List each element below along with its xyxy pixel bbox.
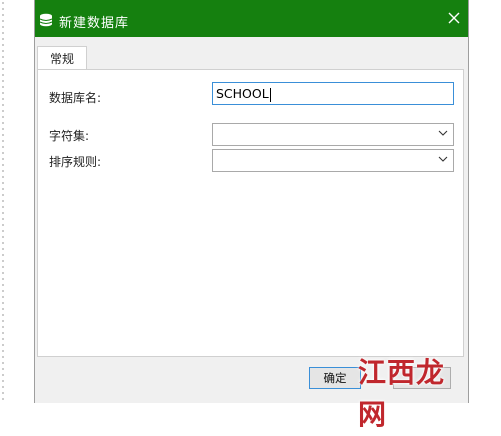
chevron-down-icon — [438, 156, 448, 162]
database-icon — [39, 13, 53, 27]
tab-general[interactable]: 常规 — [37, 46, 87, 70]
site-watermark: 江西龙网 — [358, 356, 446, 431]
ok-button[interactable]: 确定 — [309, 367, 361, 389]
charset-select[interactable] — [212, 123, 454, 146]
collation-label: 排序规则: — [49, 155, 102, 169]
chevron-down-icon — [438, 130, 448, 136]
title-bar[interactable]: 新建数据库 — [35, 0, 468, 37]
charset-label: 字符集: — [49, 129, 90, 143]
collation-select[interactable] — [212, 149, 454, 172]
text-caret — [269, 87, 271, 102]
general-panel: 数据库名: SCHOOL 字符集: 排序规则: — [37, 69, 464, 357]
new-database-dialog: 新建数据库 常规 数据库名: SCHOOL 字符集: 排序规则: 确定 — [34, 0, 469, 403]
close-icon[interactable] — [446, 10, 462, 26]
db-name-input[interactable]: SCHOOL — [212, 82, 454, 105]
db-name-label: 数据库名: — [49, 91, 102, 105]
page-edge-dots — [0, 0, 6, 403]
db-name-value: SCHOOL — [216, 86, 269, 101]
window-title: 新建数据库 — [59, 16, 130, 31]
